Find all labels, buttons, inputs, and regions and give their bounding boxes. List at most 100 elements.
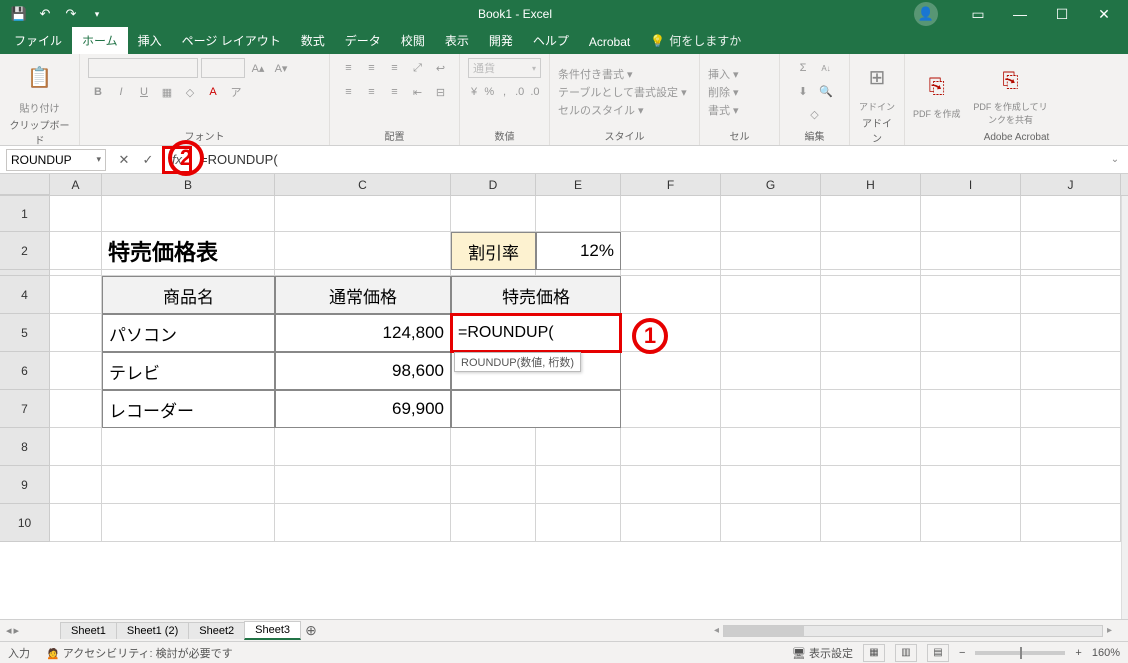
save-icon[interactable]: 💾 bbox=[8, 3, 30, 25]
cell-D2[interactable]: 割引率 bbox=[451, 232, 536, 270]
wrap-text-icon[interactable]: ↩ bbox=[431, 58, 451, 78]
cell-G9[interactable] bbox=[721, 466, 821, 504]
tab-acrobat[interactable]: Acrobat bbox=[579, 30, 640, 54]
tab-help[interactable]: ヘルプ bbox=[523, 27, 579, 54]
font-family-select[interactable] bbox=[88, 58, 198, 78]
col-header-D[interactable]: D bbox=[451, 174, 536, 195]
merge-icon[interactable]: ⊟ bbox=[431, 82, 451, 102]
cell-H7[interactable] bbox=[821, 390, 921, 428]
cell-J2[interactable] bbox=[1021, 232, 1121, 270]
format-as-table-button[interactable]: テーブルとして書式設定 ▾ bbox=[558, 84, 687, 100]
tab-insert[interactable]: 挿入 bbox=[128, 27, 172, 54]
cell-F8[interactable] bbox=[621, 428, 721, 466]
zoom-slider[interactable] bbox=[975, 651, 1065, 655]
enter-formula-icon[interactable]: ✓ bbox=[136, 149, 160, 171]
clear-icon[interactable]: ◇ bbox=[805, 104, 825, 124]
qat-customize-icon[interactable]: ▾ bbox=[86, 3, 108, 25]
cell-G2[interactable] bbox=[721, 232, 821, 270]
cell-I2[interactable] bbox=[921, 232, 1021, 270]
indent-dec-icon[interactable]: ⇤ bbox=[408, 82, 428, 102]
row-header-4[interactable]: 4 bbox=[0, 276, 50, 314]
cell-J1[interactable] bbox=[1021, 196, 1121, 232]
conditional-format-button[interactable]: 条件付き書式 ▾ bbox=[558, 66, 687, 82]
redo-icon[interactable]: ↷ bbox=[60, 3, 82, 25]
cell-J8[interactable] bbox=[1021, 428, 1121, 466]
cell-B7[interactable]: レコーダー bbox=[102, 390, 275, 428]
cell-E10[interactable] bbox=[536, 504, 621, 542]
ribbon-options-icon[interactable]: ▭ bbox=[958, 0, 998, 28]
cell-H10[interactable] bbox=[821, 504, 921, 542]
close-icon[interactable]: ✕ bbox=[1084, 0, 1124, 28]
cell-C8[interactable] bbox=[275, 428, 451, 466]
cell-H1[interactable] bbox=[821, 196, 921, 232]
zoom-out-icon[interactable]: − bbox=[959, 647, 965, 659]
fill-color-icon[interactable]: ◇ bbox=[180, 82, 200, 102]
cell-I6[interactable] bbox=[921, 352, 1021, 390]
orientation-icon[interactable]: ⤢ bbox=[408, 58, 428, 78]
cell-D10[interactable] bbox=[451, 504, 536, 542]
cell-B5[interactable]: パソコン bbox=[102, 314, 275, 352]
col-header-H[interactable]: H bbox=[821, 174, 921, 195]
phonetic-icon[interactable]: ア bbox=[226, 82, 246, 102]
col-header-E[interactable]: E bbox=[536, 174, 621, 195]
cell-B6[interactable]: テレビ bbox=[102, 352, 275, 390]
cell-F7[interactable] bbox=[621, 390, 721, 428]
cell-A2[interactable] bbox=[50, 232, 102, 270]
status-accessibility[interactable]: 🙍 アクセシビリティ: 検討が必要です bbox=[46, 645, 233, 661]
cell-C2[interactable] bbox=[275, 232, 451, 270]
zoom-level[interactable]: 160% bbox=[1092, 647, 1120, 659]
cell-J5[interactable] bbox=[1021, 314, 1121, 352]
comma-icon[interactable]: , bbox=[498, 82, 510, 102]
cell-B8[interactable] bbox=[102, 428, 275, 466]
italic-button[interactable]: I bbox=[111, 82, 131, 102]
cell-A1[interactable] bbox=[50, 196, 102, 232]
percent-icon[interactable]: % bbox=[483, 82, 495, 102]
cell-D7[interactable] bbox=[451, 390, 621, 428]
cell-D5-active[interactable]: =ROUNDUP( ROUNDUP(数値, 桁数) bbox=[451, 314, 621, 352]
col-header-G[interactable]: G bbox=[721, 174, 821, 195]
cell-J9[interactable] bbox=[1021, 466, 1121, 504]
cell-D8[interactable] bbox=[451, 428, 536, 466]
cell-E8[interactable] bbox=[536, 428, 621, 466]
name-box-dropdown-icon[interactable]: ▾ bbox=[96, 154, 101, 165]
tab-formulas[interactable]: 数式 bbox=[291, 27, 335, 54]
formula-bar-input[interactable]: =ROUNDUP( bbox=[194, 152, 1108, 167]
cell-A9[interactable] bbox=[50, 466, 102, 504]
cell-D1[interactable] bbox=[451, 196, 536, 232]
cell-G4[interactable] bbox=[721, 276, 821, 314]
cell-F4[interactable] bbox=[621, 276, 721, 314]
view-page-layout-icon[interactable]: ▥ bbox=[895, 644, 917, 662]
cell-I8[interactable] bbox=[921, 428, 1021, 466]
align-bottom-icon[interactable]: ≡ bbox=[385, 58, 405, 78]
row-header-1[interactable]: 1 bbox=[0, 196, 50, 232]
sheet-tab-3[interactable]: Sheet3 bbox=[244, 621, 301, 640]
cell-A5[interactable] bbox=[50, 314, 102, 352]
insert-cells-button[interactable]: 挿入 ▾ bbox=[708, 66, 739, 82]
account-icon[interactable]: 👤 bbox=[914, 2, 938, 26]
tell-me-search[interactable]: 💡 何をしますか bbox=[640, 27, 751, 54]
cell-G5[interactable] bbox=[721, 314, 821, 352]
addin-icon[interactable]: ⊞ bbox=[858, 58, 896, 96]
cell-C10[interactable] bbox=[275, 504, 451, 542]
cell-A8[interactable] bbox=[50, 428, 102, 466]
expand-formula-bar-icon[interactable]: ⌄ bbox=[1108, 154, 1128, 165]
sheet-tab-1-copy[interactable]: Sheet1 (2) bbox=[116, 622, 189, 639]
cell-J7[interactable] bbox=[1021, 390, 1121, 428]
cell-F2[interactable] bbox=[621, 232, 721, 270]
cell-H4[interactable] bbox=[821, 276, 921, 314]
font-color-icon[interactable]: A bbox=[203, 82, 223, 102]
name-box[interactable]: ROUNDUP ▾ bbox=[6, 149, 106, 171]
cell-D9[interactable] bbox=[451, 466, 536, 504]
select-all-corner[interactable] bbox=[0, 174, 50, 195]
row-header-9[interactable]: 9 bbox=[0, 466, 50, 504]
tab-review[interactable]: 校閲 bbox=[391, 27, 435, 54]
cell-H2[interactable] bbox=[821, 232, 921, 270]
cell-A4[interactable] bbox=[50, 276, 102, 314]
cell-I10[interactable] bbox=[921, 504, 1021, 542]
row-header-10[interactable]: 10 bbox=[0, 504, 50, 542]
cell-J4[interactable] bbox=[1021, 276, 1121, 314]
autosum-icon[interactable]: Σ bbox=[793, 58, 813, 78]
cell-H5[interactable] bbox=[821, 314, 921, 352]
pdf-create-icon[interactable]: ⎘ bbox=[918, 69, 956, 107]
align-right-icon[interactable]: ≡ bbox=[385, 82, 405, 102]
